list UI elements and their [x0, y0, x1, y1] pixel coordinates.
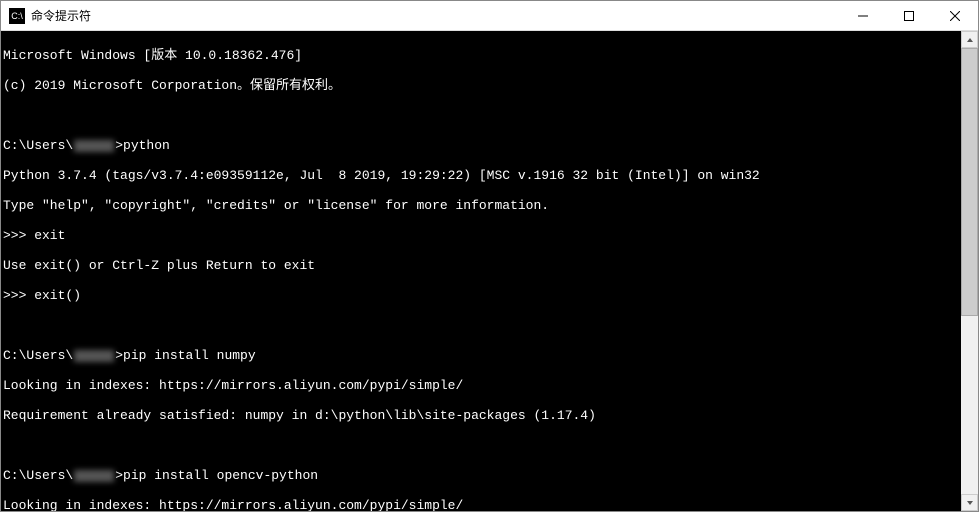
console-content[interactable]: Microsoft Windows [版本 10.0.18362.476] (c…: [1, 31, 961, 511]
command-text: pip install opencv-python: [123, 468, 318, 483]
console-line: [3, 438, 959, 453]
console-line: Type "help", "copyright", "credits" or "…: [3, 198, 959, 213]
prompt-gt: >: [115, 138, 123, 153]
console-line: Microsoft Windows [版本 10.0.18362.476]: [3, 48, 959, 63]
blurred-username: [74, 350, 114, 362]
console-line: C:\Users\ >pip install opencv-python: [3, 468, 959, 483]
console-line: [3, 318, 959, 333]
console-line: C:\Users\ >python: [3, 138, 959, 153]
scrollbar-track[interactable]: [961, 48, 978, 494]
cmd-icon: C:\: [9, 8, 25, 24]
console-line: Requirement already satisfied: numpy in …: [3, 408, 959, 423]
prompt-prefix: C:\Users\: [3, 468, 73, 483]
blurred-username: [74, 140, 114, 152]
console-line: Looking in indexes: https://mirrors.aliy…: [3, 498, 959, 511]
console-line: >>> exit: [3, 228, 959, 243]
scrollbar-down-button[interactable]: [961, 494, 978, 511]
scrollbar[interactable]: [961, 31, 978, 511]
prompt-gt: >: [115, 468, 123, 483]
console-line: Looking in indexes: https://mirrors.aliy…: [3, 378, 959, 393]
maximize-button[interactable]: [886, 1, 932, 30]
console-line: >>> exit(): [3, 288, 959, 303]
prompt-prefix: C:\Users\: [3, 348, 73, 363]
prompt-prefix: C:\Users\: [3, 138, 73, 153]
close-button[interactable]: [932, 1, 978, 30]
scrollbar-up-button[interactable]: [961, 31, 978, 48]
console-line: Python 3.7.4 (tags/v3.7.4:e09359112e, Ju…: [3, 168, 959, 183]
console-area[interactable]: Microsoft Windows [版本 10.0.18362.476] (c…: [1, 31, 978, 511]
window-controls: [840, 1, 978, 30]
console-line: (c) 2019 Microsoft Corporation。保留所有权利。: [3, 78, 959, 93]
window-title: 命令提示符: [31, 7, 840, 24]
console-line: Use exit() or Ctrl-Z plus Return to exit: [3, 258, 959, 273]
command-text: pip install numpy: [123, 348, 256, 363]
console-line: [3, 108, 959, 123]
titlebar[interactable]: C:\ 命令提示符: [1, 1, 978, 31]
blurred-username: [74, 470, 114, 482]
console-line: C:\Users\ >pip install numpy: [3, 348, 959, 363]
command-text: python: [123, 138, 170, 153]
minimize-button[interactable]: [840, 1, 886, 30]
prompt-gt: >: [115, 348, 123, 363]
scrollbar-thumb[interactable]: [961, 48, 978, 316]
